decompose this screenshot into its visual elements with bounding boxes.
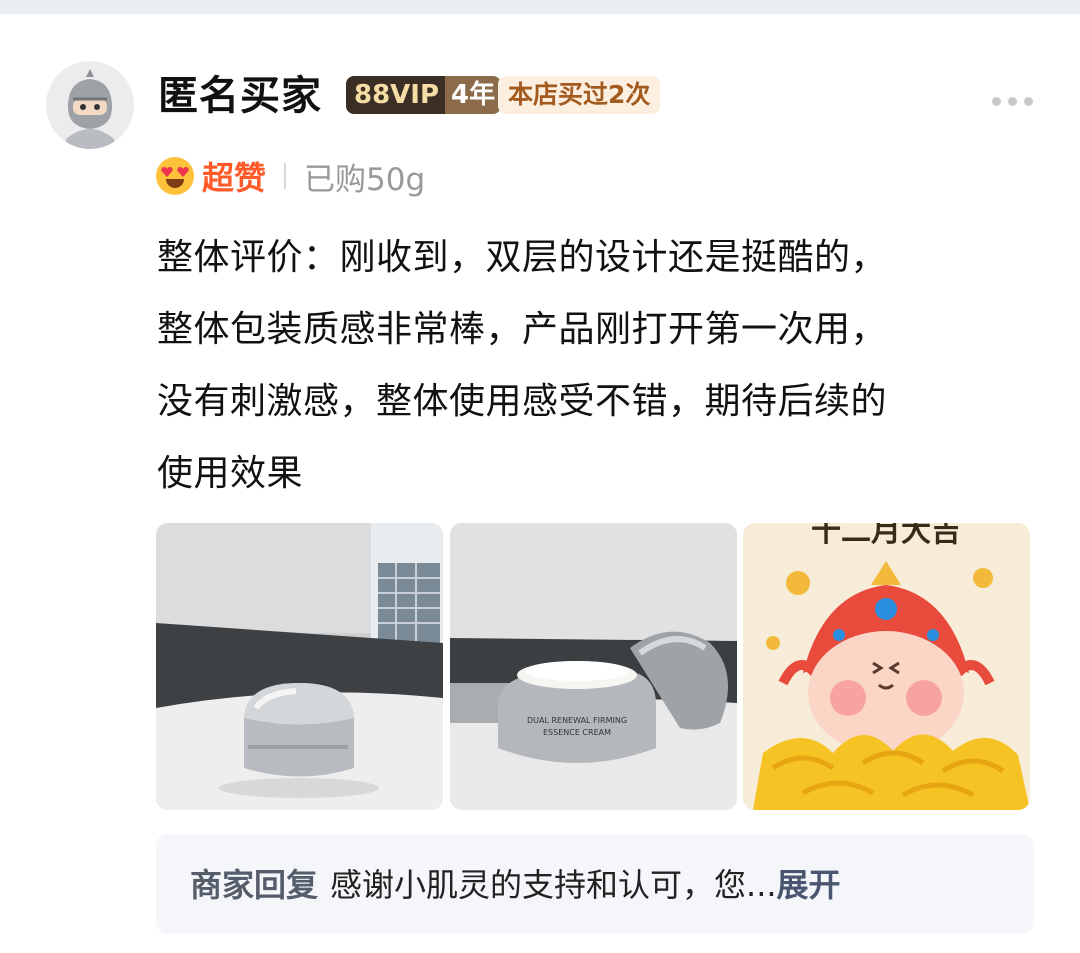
purchased-spec: 已购50g: [304, 161, 426, 198]
username[interactable]: 匿名买家: [158, 68, 322, 124]
avatar[interactable]: [46, 61, 134, 149]
photo-title: 十二月大吉: [811, 523, 961, 549]
review-line: 整体包装质感非常棒，产品刚打开第一次用，: [157, 309, 888, 350]
review-text: 整体评价：刚收到，双层的设计还是挺酷的， 整体包装质感非常棒，产品刚打开第一次用…: [157, 222, 1037, 510]
review-line: 没有刺激感，整体使用感受不错，期待后续的: [157, 381, 888, 422]
review-page: 匿名买家 88VIP 4年 本店买过2次 超赞 已购50g 整体评价：刚收到，双…: [0, 0, 1080, 953]
vip-years: 4年: [445, 76, 502, 114]
review-photo-3[interactable]: 十二月大吉: [743, 523, 1030, 810]
vip-label: 88VIP: [346, 76, 446, 114]
merchant-reply-content: 感谢小肌灵的支持和认可，您...: [330, 866, 777, 904]
review-line: 使用效果: [157, 453, 304, 494]
cartoon-god-of-wealth-photo-icon: 十二月大吉: [743, 523, 1030, 810]
expand-link[interactable]: 展开: [777, 866, 841, 904]
heart-eyes-emoji-icon: [156, 157, 194, 195]
rating-row: 超赞 已购50g: [156, 153, 425, 199]
review-line: 整体评价：刚收到，双层的设计还是挺酷的，: [157, 237, 888, 278]
rating-label: 超赞: [202, 159, 267, 197]
cream-jar-closed-photo-icon: [156, 523, 443, 810]
cream-jar-open-photo-icon: DUAL RENEWAL FIRMING ESSENCE CREAM: [450, 523, 737, 810]
merchant-reply-box[interactable]: 商家回复 感谢小肌灵的支持和认可，您...展开: [156, 834, 1034, 934]
jar-text-line-2: ESSENCE CREAM: [543, 728, 611, 737]
jar-text-line-1: DUAL RENEWAL FIRMING: [527, 716, 627, 725]
review-photo-2[interactable]: DUAL RENEWAL FIRMING ESSENCE CREAM: [450, 523, 737, 810]
review-photo-1[interactable]: [156, 523, 443, 810]
more-options-icon[interactable]: [992, 97, 1033, 106]
vip-badge: 88VIP 4年: [346, 76, 502, 114]
divider: [284, 163, 287, 189]
top-divider-bar: [0, 0, 1080, 14]
merchant-reply-label: 商家回复: [190, 866, 319, 904]
shop-purchase-badge: 本店买过2次: [498, 76, 661, 114]
anonymous-ninja-icon: [46, 61, 134, 149]
